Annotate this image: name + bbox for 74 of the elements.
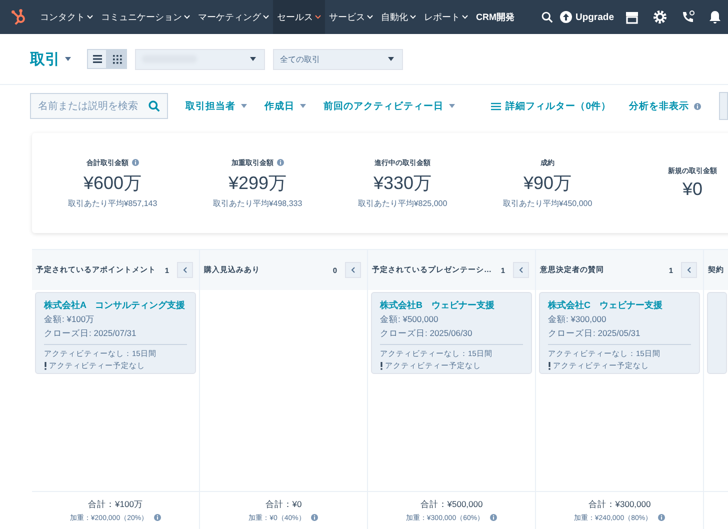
deal-name-link[interactable]: 株式会社B ウェビナー支援	[380, 299, 494, 312]
stat-average: 取引あたり平均¥825,000	[358, 198, 448, 208]
stat-value: ¥330万	[373, 172, 432, 194]
stage-total: 合計：¥0	[265, 498, 302, 510]
collapse-button[interactable]	[681, 262, 697, 278]
collapse-button[interactable]	[513, 262, 529, 278]
arrow-up-circle-icon	[560, 11, 572, 23]
deal-amount: 金額: ¥300,000	[548, 314, 606, 326]
deal-name-link[interactable]: 株式会社C ウェビナー支援	[548, 299, 662, 312]
notifications-icon[interactable]	[709, 10, 721, 24]
deal-amount: 金額: ¥100万	[44, 314, 95, 326]
filter-dropdown[interactable]: 作成日	[264, 100, 306, 112]
caret-icon	[448, 104, 455, 108]
info-icon	[311, 514, 318, 521]
settings-icon[interactable]	[653, 10, 667, 24]
chevron-left-icon	[687, 267, 691, 273]
stage-total: 合計：¥500,000	[420, 498, 483, 510]
list-icon	[92, 55, 102, 63]
sprocket-logo-icon[interactable]	[10, 8, 28, 26]
collapse-button[interactable]	[345, 262, 361, 278]
nav-menu-item[interactable]: マーケティング	[194, 0, 273, 34]
info-icon	[490, 514, 498, 521]
close-date: クローズ日: 2025/07/31	[44, 328, 136, 340]
chevron-left-icon	[519, 267, 523, 273]
nav-menu-item[interactable]: 自動化	[377, 0, 420, 34]
caret-icon	[65, 57, 71, 61]
info-icon	[658, 514, 666, 521]
caret-icon	[388, 57, 394, 61]
filter-dropdown[interactable]: 前回のアクティビティー日	[324, 100, 455, 112]
close-date: クローズ日: 2025/06/30	[380, 328, 472, 340]
nav-menu-item[interactable]: セールス	[273, 0, 325, 34]
chevron-left-icon	[351, 267, 355, 273]
object-title-dropdown[interactable]: 取引	[30, 50, 71, 68]
caret-icon	[300, 104, 306, 108]
info-icon	[694, 102, 702, 110]
caret-icon	[240, 104, 247, 108]
nav-menu-item[interactable]: サービス	[325, 0, 377, 34]
deal-filter-select[interactable]: 全ての取引	[273, 48, 403, 70]
stat-value: ¥600万	[83, 172, 142, 194]
stat-average: 取引あたり平均¥450,000	[502, 198, 592, 208]
search-icon	[148, 100, 160, 112]
stat-average: 取引あたり平均¥857,143	[68, 198, 158, 208]
sliders-icon	[490, 102, 501, 110]
info-icon	[154, 514, 162, 521]
nav-menu-item[interactable]: コミュニケーション	[97, 0, 194, 34]
exclamation-icon	[44, 362, 47, 370]
filter-dropdown[interactable]: 取引担当者	[186, 100, 247, 112]
phone-icon[interactable]	[681, 10, 695, 24]
close-date: クローズ日: 2025/05/31	[548, 328, 640, 340]
list-view-button[interactable]	[87, 49, 107, 69]
storefront-icon[interactable]	[625, 10, 639, 24]
exclamation-icon	[548, 362, 551, 370]
nav-menu-item[interactable]: コンタクト	[36, 0, 97, 34]
caret-icon	[250, 57, 256, 61]
search-icon[interactable]	[541, 11, 554, 23]
chevron-left-icon	[183, 267, 187, 273]
stat-value: ¥299万	[228, 172, 287, 194]
exclamation-icon	[380, 362, 383, 370]
collapse-button[interactable]	[177, 262, 193, 278]
nav-menu-item[interactable]: CRM開発	[472, 0, 518, 34]
stat-value: ¥90万	[523, 172, 572, 194]
upgrade-button[interactable]: Upgrade	[560, 11, 614, 23]
stage-total: 合計：¥100万	[88, 498, 143, 510]
deal-name-link[interactable]: 株式会社A コンサルティング支援	[44, 299, 186, 312]
board-view-button[interactable]	[107, 49, 127, 69]
grid-icon	[112, 54, 122, 64]
stage-total: 合計：¥300,000	[588, 498, 651, 510]
advanced-filters-button[interactable]: 詳細フィルター（0件）	[490, 100, 612, 112]
deal-amount: 金額: ¥500,000	[380, 314, 438, 326]
search-field[interactable]: 名前または説明を検索	[30, 93, 168, 119]
stat-average: 取引あたり平均¥498,333	[212, 198, 302, 208]
hide-analytics-button[interactable]: 分析を非表示	[629, 100, 702, 112]
stat-value: ¥0	[682, 179, 703, 200]
nav-menu-item[interactable]: レポート	[420, 0, 472, 34]
